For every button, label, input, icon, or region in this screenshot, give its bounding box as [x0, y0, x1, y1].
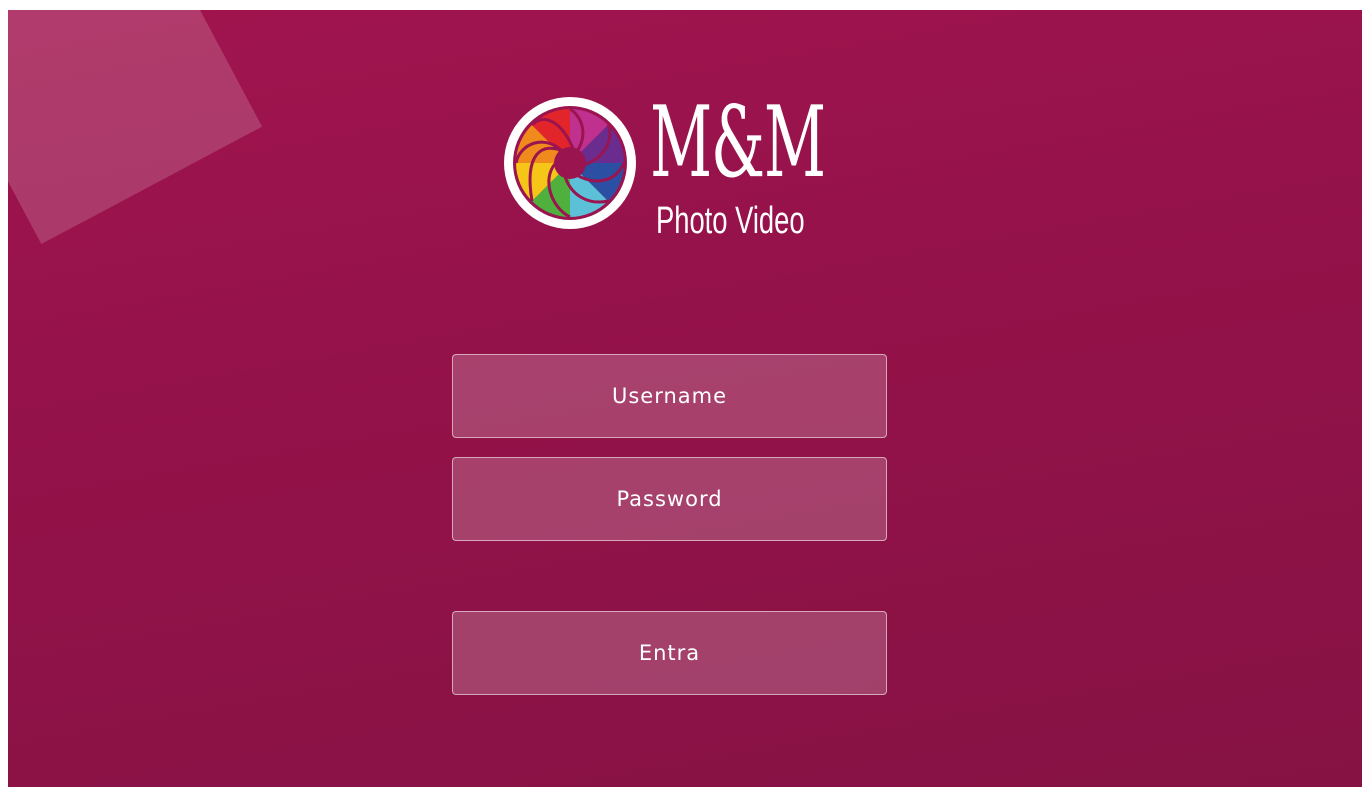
camera-aperture-icon — [504, 97, 636, 229]
brand-logo: M&M Photo Video — [498, 88, 848, 248]
login-button[interactable]: Entra — [452, 611, 887, 695]
decorative-square — [8, 10, 263, 245]
login-screen: M&M Photo Video Entra — [8, 10, 1362, 787]
brand-title: M&M — [650, 86, 826, 200]
username-input[interactable] — [452, 354, 887, 438]
password-input[interactable] — [452, 457, 887, 541]
brand-subtitle: Photo Video — [656, 200, 805, 242]
